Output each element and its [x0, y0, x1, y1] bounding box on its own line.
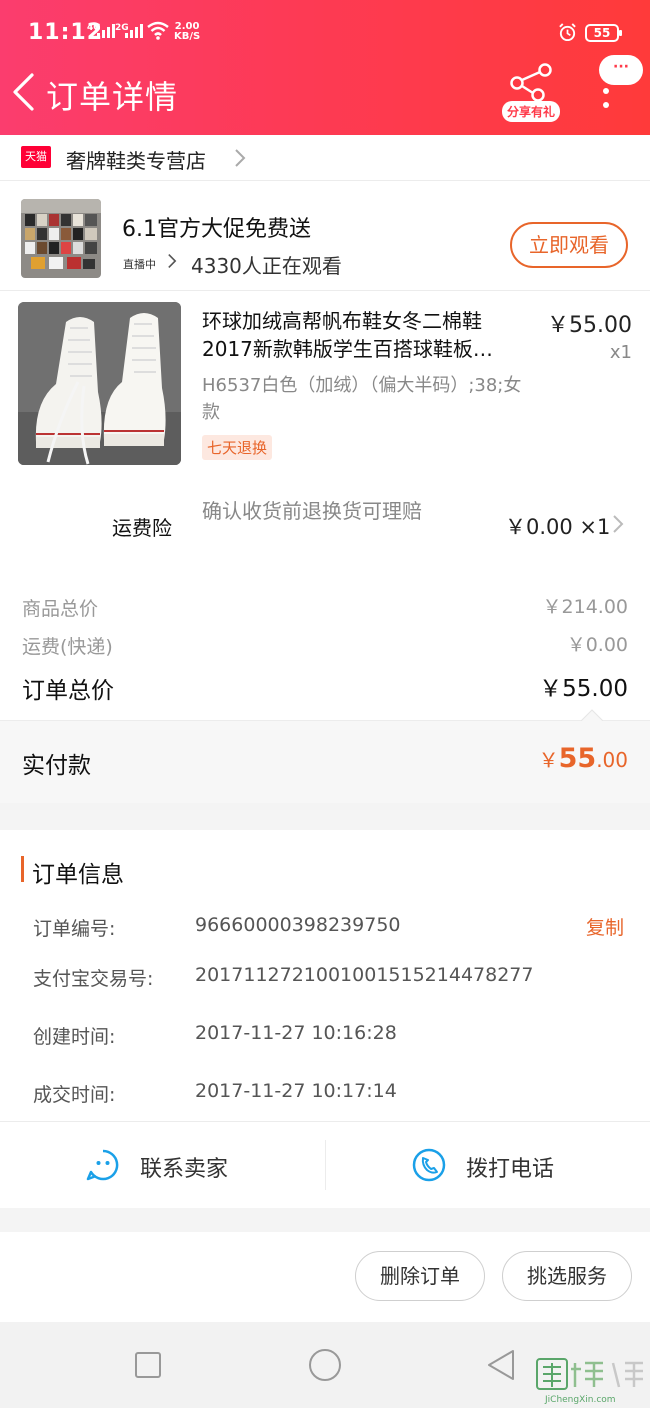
watermark-text: JiChengXin.com [545, 1395, 616, 1405]
amount-paid-value: ￥55.00 [538, 743, 628, 774]
goods-total-value: ￥214.00 [542, 596, 628, 618]
signal-2g-indicator: 2G [115, 24, 143, 38]
signal-4g-indicator: 4G [87, 24, 115, 38]
more-bubble[interactable]: ··· [599, 55, 643, 85]
phone-icon [412, 1148, 446, 1182]
square-nav-icon[interactable] [133, 1350, 163, 1380]
shipping-fee-value: ￥0.00 [566, 634, 628, 656]
contact-seller-button[interactable]: 联系卖家 [86, 1147, 286, 1187]
live-viewer-count: 4330人正在观看 [191, 254, 342, 278]
divider [0, 180, 650, 181]
live-thumbnail[interactable] [21, 199, 101, 278]
order-total-label: 订单总价 [22, 678, 114, 704]
alipay-trade-number-label: 支付宝交易号: [33, 968, 154, 990]
shipping-insurance-description: 确认收货前退换货可理赔 [202, 499, 422, 523]
order-total-value: ￥55.00 [539, 676, 628, 702]
tmall-logo: 天猫 [21, 146, 51, 168]
divider [325, 1140, 326, 1190]
contact-seller-label: 联系卖家 [140, 1157, 229, 1182]
back-arrow-icon[interactable] [10, 72, 38, 112]
amount-paid-label: 实付款 [22, 753, 91, 779]
product-image[interactable] [18, 302, 181, 465]
chevron-right-icon[interactable] [234, 148, 246, 168]
page-title: 订单详情 [46, 78, 179, 116]
product-quantity: x1 [609, 342, 632, 363]
call-phone-button[interactable]: 拨打电话 [412, 1147, 612, 1187]
product-sku: H6537白色（加绒）（偏大半码）;38;女款 [202, 375, 522, 423]
created-time-label: 创建时间: [33, 1026, 116, 1048]
order-number-label: 订单编号: [33, 918, 116, 940]
created-time-value: 2017-11-27 10:16:28 [195, 1022, 397, 1044]
copy-button[interactable]: 复制 [586, 913, 624, 940]
more-icon[interactable] [603, 88, 609, 108]
order-info-title: 订单信息 [32, 862, 124, 888]
shipping-fee-label: 运费(快递) [22, 636, 113, 658]
wifi-icon [147, 21, 169, 40]
watch-now-button[interactable]: 立即观看 [510, 222, 628, 268]
product-price: ￥55.00 [547, 313, 632, 338]
alarm-icon [559, 23, 576, 42]
network-speed: 2.00 KB/S [174, 21, 201, 42]
order-number-value: 96660000398239750 [195, 914, 401, 936]
chevron-right-icon[interactable] [612, 514, 624, 534]
pick-service-button[interactable]: 挑选服务 [502, 1251, 632, 1301]
seven-day-return-tag: 七天退换 [202, 435, 273, 460]
divider [0, 290, 650, 291]
completed-time-label: 成交时间: [33, 1084, 116, 1106]
shipping-insurance-price: ￥0.00 ×1 [505, 515, 611, 539]
share-reward-label[interactable]: 分享有礼 [502, 101, 561, 122]
circle-nav-icon[interactable] [308, 1348, 342, 1382]
goods-total-label: 商品总价 [22, 598, 99, 620]
alipay-trade-number-value: 2017112721001001515214478277 [195, 964, 534, 986]
live-status-badge: 直播中 [123, 258, 156, 271]
section-accent-bar [21, 856, 24, 882]
live-title[interactable]: 6.1官方大促免费送 [122, 211, 311, 243]
chevron-right-icon [168, 254, 177, 268]
product-title[interactable]: 环球加绒高帮帆布鞋女冬二棉鞋 2017新款韩版学生百搭球鞋板… [202, 307, 532, 363]
triangle-nav-icon[interactable] [486, 1348, 516, 1382]
call-phone-label: 拨打电话 [466, 1157, 555, 1182]
share-icon[interactable] [508, 62, 554, 102]
header-bar: 11:12 4G 2G 2.00 KB/S 55 订单详情 分享有礼 ··· [0, 0, 650, 135]
caret-up-icon [581, 709, 603, 721]
delete-order-button[interactable]: 删除订单 [355, 1251, 485, 1301]
chat-face-icon [86, 1149, 119, 1181]
battery-indicator: 55 [585, 24, 622, 42]
completed-time-value: 2017-11-27 10:17:14 [195, 1080, 397, 1102]
shipping-insurance-label: 运费险 [112, 516, 172, 540]
store-name[interactable]: 奢牌鞋类专营店 [66, 145, 206, 174]
